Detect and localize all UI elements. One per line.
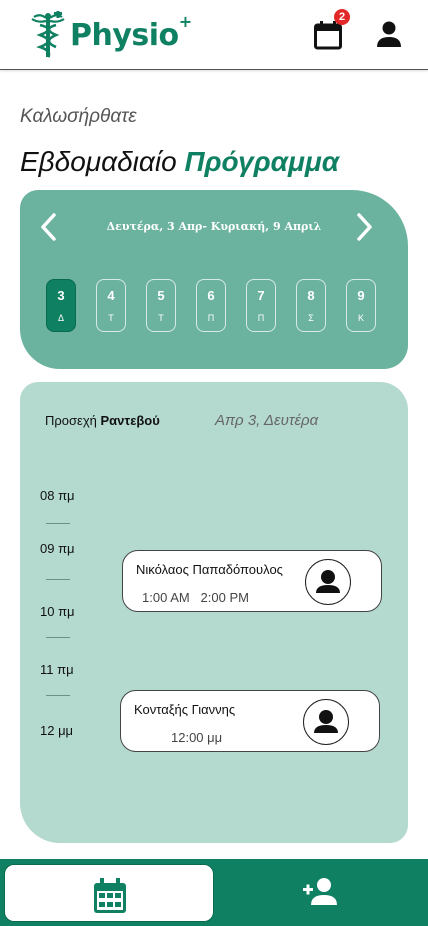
logo-plus: + (178, 11, 192, 31)
logo-text: Physio + (70, 11, 192, 53)
day-number: 4 (107, 288, 115, 303)
day-number: 6 (207, 288, 215, 303)
user-icon (314, 710, 338, 733)
calendar-icon[interactable] (314, 20, 342, 50)
time-label: 08 πμ (40, 488, 75, 503)
heading-prefix: Προσεχή (45, 413, 101, 428)
day-letter: Τ (108, 313, 114, 323)
appointment-card[interactable]: Κονταξής Γιαννης 12:00 μμ (120, 690, 380, 752)
day-number: 8 (307, 288, 315, 303)
day-button[interactable]: 6 Π (196, 279, 226, 332)
day-button[interactable]: 7 Π (246, 279, 276, 332)
appointments-date: Απρ 3, Δευτέρα (215, 412, 319, 429)
day-number: 5 (157, 288, 165, 303)
add-user-icon[interactable] (302, 876, 338, 906)
appointments-heading: Προσεχή Ραντεβού (45, 413, 160, 428)
time-label: 12 μμ (40, 723, 74, 738)
chevron-right-icon[interactable] (353, 212, 375, 242)
bottom-navigation (0, 859, 428, 926)
patient-name: Νικόλαος Παπαδόπουλος (136, 562, 283, 577)
day-letter: Δ (57, 313, 64, 323)
avatar (305, 559, 351, 605)
app-header: Physio + 2 (0, 0, 428, 70)
time-label: 09 πμ (40, 541, 75, 556)
day-button[interactable]: 4 Τ (96, 279, 126, 332)
day-letter: Π (207, 313, 215, 323)
time-divider (46, 637, 70, 638)
appointment-time: 1:00 AM 2:00 PM (142, 590, 249, 605)
day-number: 9 (357, 288, 365, 303)
time-divider (46, 523, 70, 524)
day-number: 7 (257, 288, 265, 303)
time-label: 10 πμ (40, 604, 75, 619)
greeting-text: Καλωσήρθατε (20, 106, 137, 127)
logo[interactable]: Physio + (28, 10, 192, 60)
patient-name: Κονταξής Γιαννης (134, 702, 236, 717)
time-label: 11 πμ (40, 662, 74, 677)
week-range: Δευτέρα, 3 Απρ- Κυριακή, 9 Απριλ (106, 220, 322, 233)
time-divider (46, 579, 70, 580)
day-button[interactable]: 9 Κ (346, 279, 376, 332)
user-icon (316, 570, 340, 593)
day-button[interactable]: 8 Σ (296, 279, 326, 332)
tab-calendar[interactable] (4, 864, 214, 922)
title-part: Εβδομαδιαίο (20, 146, 185, 177)
heading-bold: Ραντεβού (100, 413, 160, 428)
day-letter: Π (257, 313, 265, 323)
title-accent: Πρόγραμμα (184, 146, 340, 177)
caduceus-icon (31, 11, 65, 58)
day-letter: Κ (357, 313, 364, 323)
day-number: 3 (57, 288, 65, 303)
time-divider (46, 695, 70, 696)
day-button[interactable]: 5 Τ (146, 279, 176, 332)
week-selector: Δευτέρα, 3 Απρ- Κυριακή, 9 Απριλ 3 Δ 4 Τ… (20, 190, 408, 369)
user-icon[interactable] (374, 19, 404, 49)
notification-badge: 2 (334, 9, 350, 25)
day-letter: Τ (158, 313, 164, 323)
page-title: Εβδομαδιαίο Πρόγραμμα (20, 146, 339, 178)
appointments-panel: Προσεχή Ραντεβού Απρ 3, Δευτέρα 08 πμ 09… (20, 382, 408, 843)
day-button[interactable]: 3 Δ (46, 279, 76, 332)
appointment-time: 12:00 μμ (171, 730, 223, 745)
avatar (303, 699, 349, 745)
appointment-card[interactable]: Νικόλαος Παπαδόπουλος 1:00 AM 2:00 PM (122, 550, 382, 612)
day-letter: Σ (308, 313, 314, 323)
calendar-icon (94, 878, 126, 913)
